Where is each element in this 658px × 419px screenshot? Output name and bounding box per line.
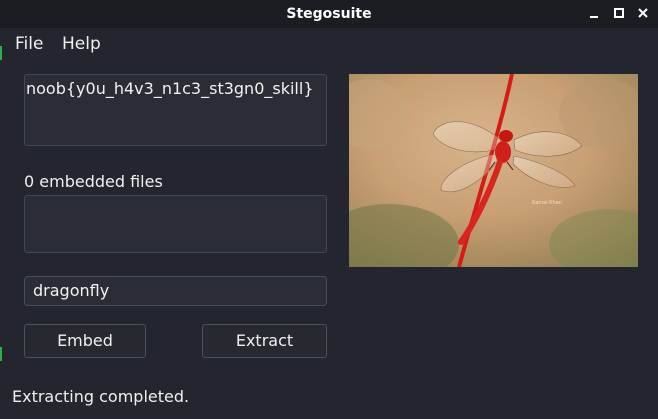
embedded-files-label: 0 embedded files [24, 172, 163, 191]
message-textarea[interactable]: noob{y0u_h4v3_n1c3_st3gn0_skill} [24, 74, 327, 146]
menu-file[interactable]: File [15, 33, 43, 55]
menu-bar: File Help [0, 28, 658, 60]
message-text: noob{y0u_h4v3_n1c3_st3gn0_skill} [26, 79, 314, 98]
password-value: dragonfly [33, 281, 110, 300]
maximize-button[interactable] [612, 6, 626, 20]
password-field[interactable]: dragonfly [24, 276, 327, 306]
status-bar: Extracting completed. [12, 387, 190, 406]
dragonfly-image: Kamal Khan [349, 74, 638, 267]
menu-help[interactable]: Help [62, 33, 101, 55]
window-controls [588, 6, 650, 20]
title-bar: Stegosuite [0, 0, 658, 28]
left-edge-highlight [0, 46, 2, 60]
embed-button[interactable]: Embed [24, 324, 146, 358]
left-edge-highlight [0, 347, 2, 361]
close-icon [638, 8, 648, 18]
image-preview: Kamal Khan [349, 74, 638, 267]
embedded-files-list[interactable] [24, 195, 327, 253]
app-window: Stegosuite File Help noob{y0u_h4v3_n1c3_… [0, 0, 658, 419]
image-watermark: Kamal Khan [532, 200, 562, 206]
minimize-button[interactable] [588, 6, 602, 20]
extract-button[interactable]: Extract [202, 324, 327, 358]
close-button[interactable] [636, 6, 650, 20]
window-title: Stegosuite [286, 6, 372, 22]
maximize-icon [614, 8, 624, 18]
minimize-icon [590, 16, 598, 18]
